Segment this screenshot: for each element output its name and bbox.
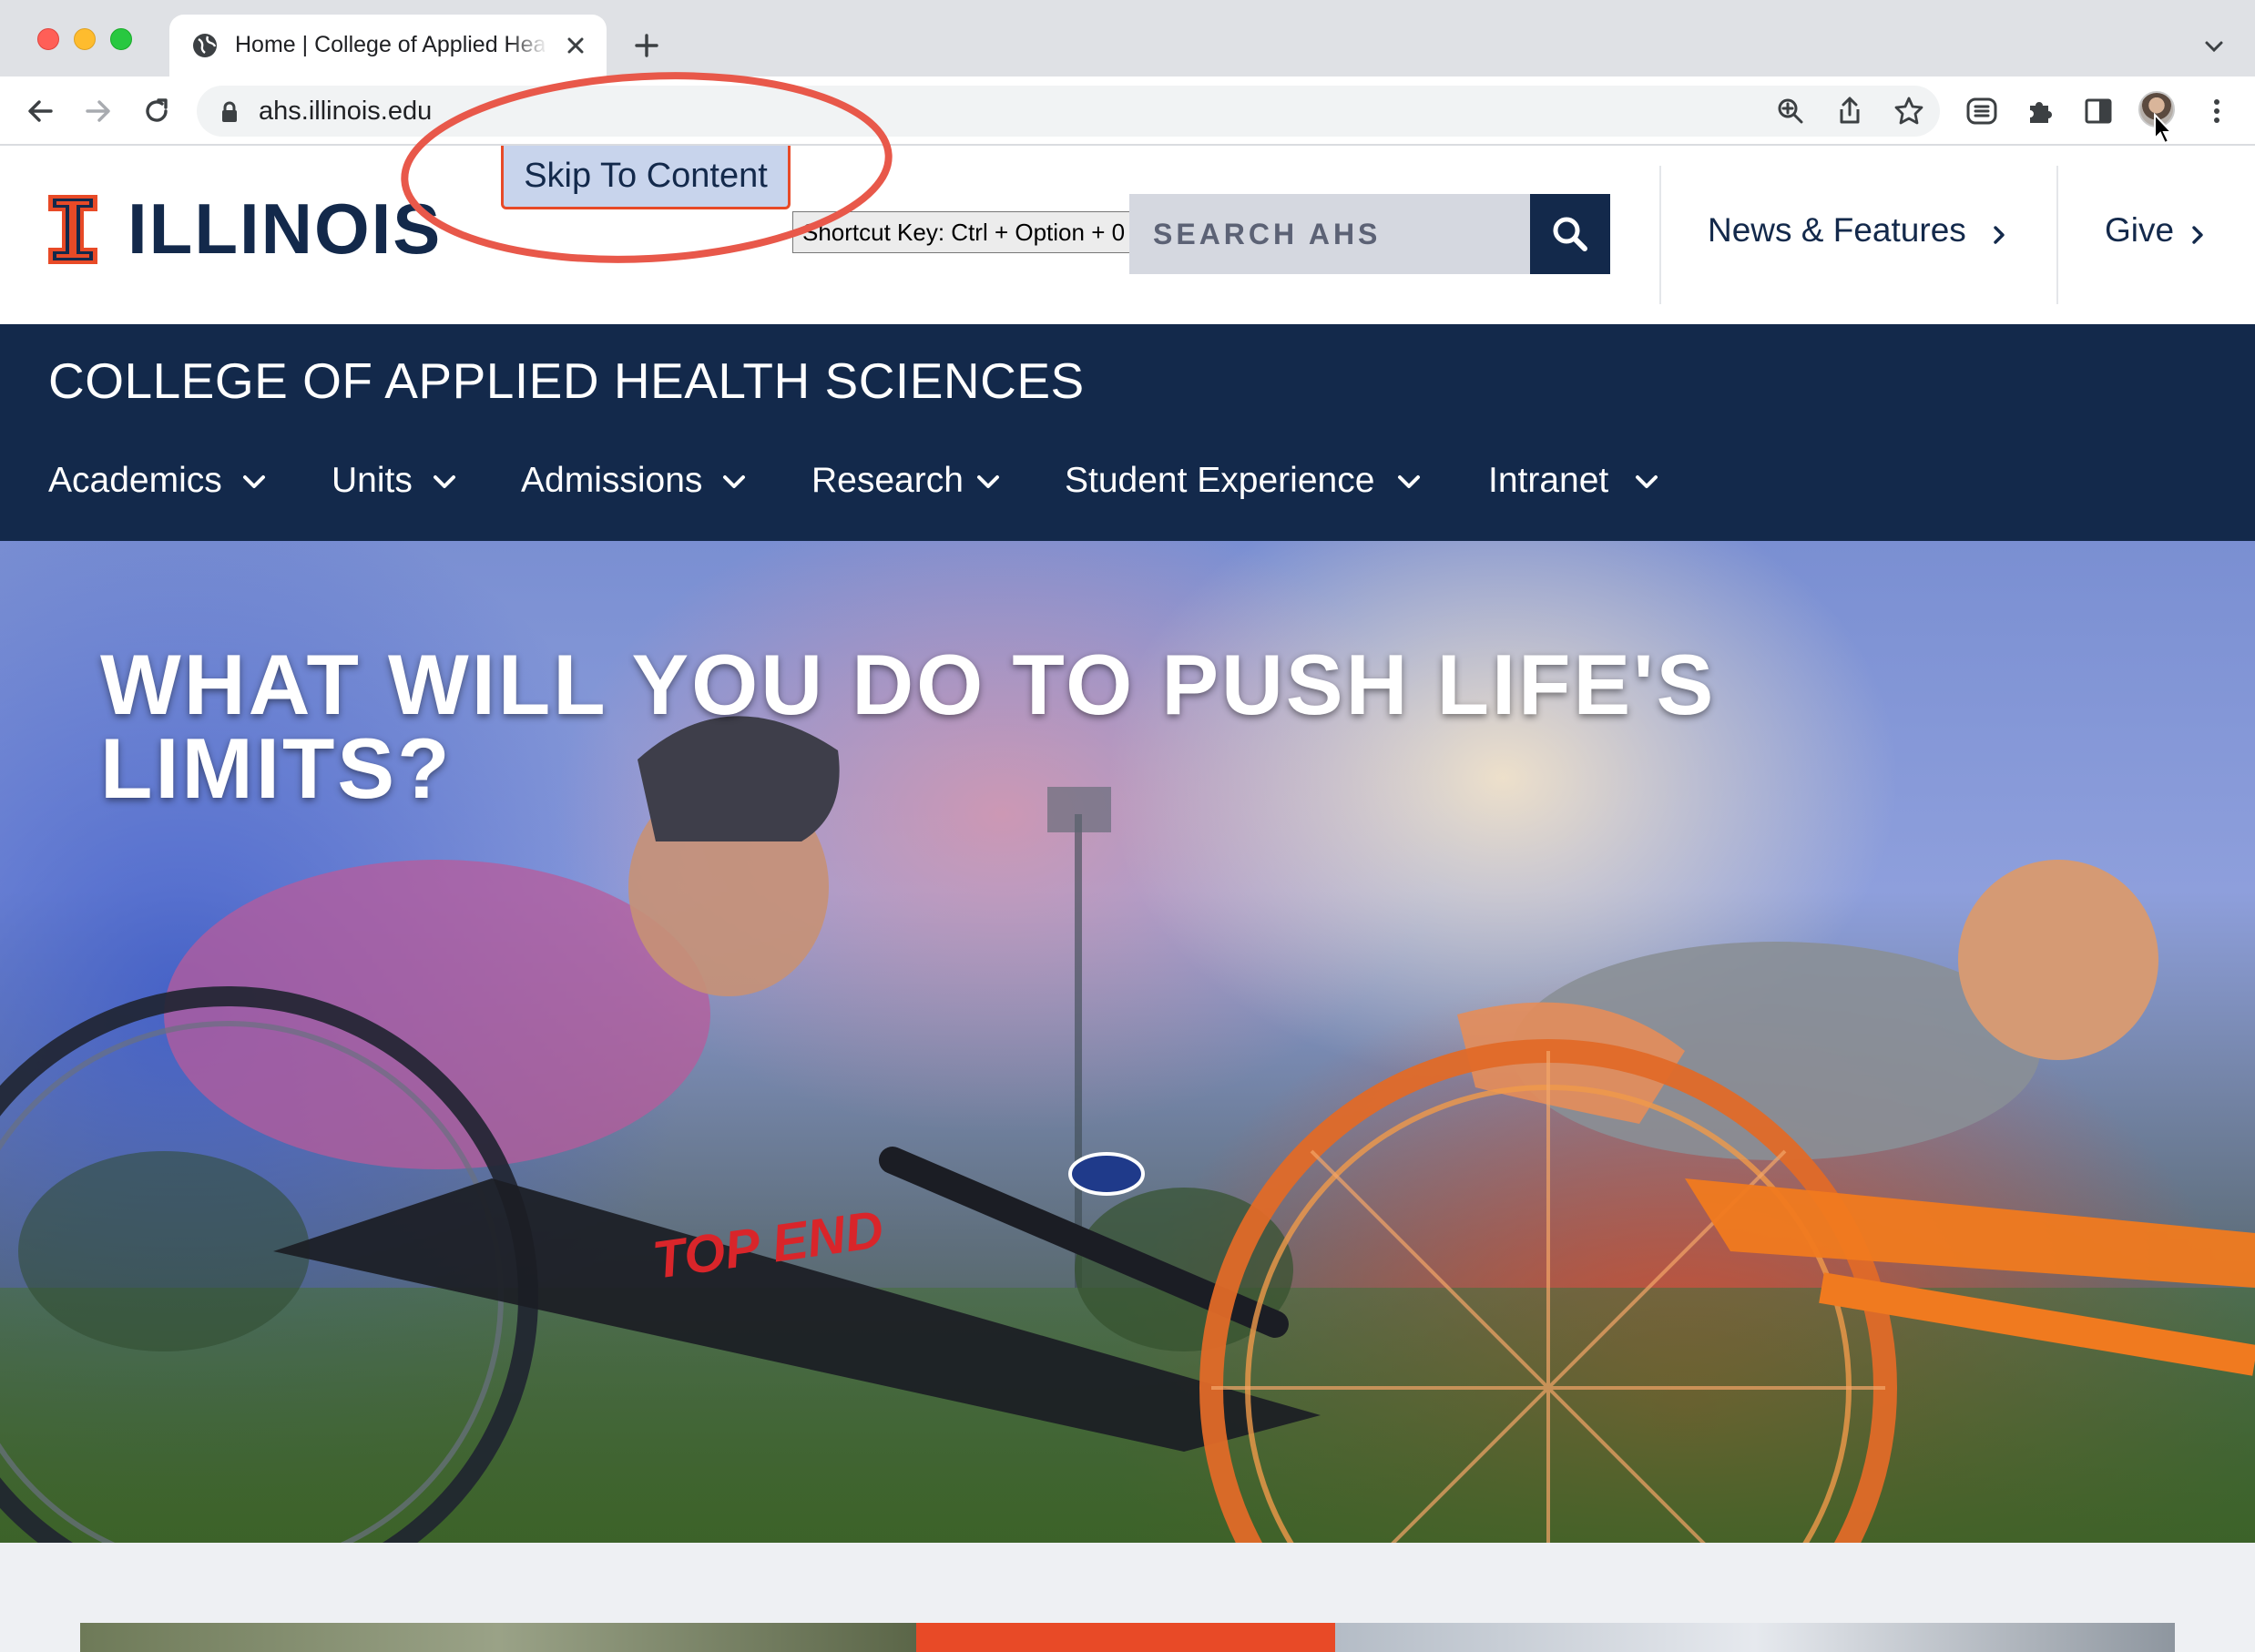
forward-arrow-icon[interactable] [82,95,115,127]
close-window-button[interactable] [37,28,59,50]
hero-headline: WHAT WILL YOU DO TO PUSH LIFE'S LIMITS? [100,637,1717,816]
new-tab-icon[interactable] [633,32,660,59]
chevron-down-icon [977,475,999,488]
header-divider [1659,166,1661,304]
chevron-down-icon [723,475,745,488]
chevron-down-icon [1398,475,1420,488]
mouse-pointer-icon [2154,113,2174,145]
nav-label: Student Experience [1065,461,1375,500]
header-divider [2056,166,2058,304]
give-link[interactable]: Give [2105,211,2174,250]
chevron-down-icon [1636,475,1658,488]
chevron-right-icon [2192,226,2203,244]
zoom-window-button[interactable] [110,28,132,50]
search-button[interactable] [1530,194,1610,274]
extension-s-icon[interactable] [1965,95,1998,127]
globe-icon [193,34,217,57]
college-nav-band: COLLEGE OF APPLIED HEALTH SCIENCES Acade… [0,324,2255,541]
feature-card-orange[interactable] [916,1623,1335,1652]
nav-label: Academics [48,461,222,500]
tab-title-fade [508,29,548,62]
close-tab-icon[interactable] [563,33,588,58]
nav-label: Research [811,461,964,500]
search-input[interactable] [1129,194,1530,274]
side-panel-icon[interactable] [2082,95,2115,127]
nav-item-student-experience[interactable]: Student Experience [1065,461,1420,506]
nav-item-units[interactable]: Units [332,461,455,506]
nav-label: Admissions [521,461,703,500]
browser-toolbar: ahs.illinois.edu [0,76,2255,146]
search-field [1129,194,1530,274]
search-icon [1553,217,1587,251]
extensions-puzzle-icon[interactable] [2024,95,2056,127]
nav-item-research[interactable]: Research [811,461,999,506]
tab-strip: Home | College of Applied Hea [0,0,2255,76]
news-features-link[interactable]: News & Features [1708,211,1966,250]
nav-item-admissions[interactable]: Admissions [521,461,745,506]
illinois-block-i-logo[interactable] [48,195,97,264]
minimize-window-button[interactable] [74,28,96,50]
chevron-right-icon [1994,226,2005,244]
site-header: ILLINOIS Skip To Content Shortcut Key: C… [0,146,2255,324]
nav-label: Units [332,461,413,500]
kebab-menu-icon[interactable] [2200,95,2233,127]
back-arrow-icon[interactable] [24,95,56,127]
tab-search-chevron-icon[interactable] [2202,35,2226,58]
tab-title: Home | College of Applied Hea [235,32,545,57]
chevron-down-icon [434,475,455,488]
hero-banner: TOP END WHAT WILL YOU DO TO PUSH LIFE'S … [0,541,2255,1543]
feature-card-image[interactable] [80,1623,916,1652]
annotation-ellipse-highlight [401,72,893,263]
nav-label: Intranet [1488,461,1609,500]
browser-chrome: Home | College of Applied Hea ahs.illino… [0,0,2255,146]
feature-card-image[interactable] [1335,1623,2175,1652]
lock-icon[interactable] [220,101,239,123]
bookmark-star-icon[interactable] [1893,95,1925,127]
zoom-magnifier-icon[interactable] [1774,95,1807,127]
nav-item-intranet[interactable]: Intranet [1488,461,1658,506]
reload-icon[interactable] [140,95,173,127]
feature-cards-row [80,1623,2175,1652]
nav-item-academics[interactable]: Academics [48,461,265,506]
share-icon[interactable] [1833,95,1866,127]
college-title-link[interactable]: COLLEGE OF APPLIED HEALTH SCIENCES [48,352,1085,410]
chevron-down-icon [243,475,265,488]
